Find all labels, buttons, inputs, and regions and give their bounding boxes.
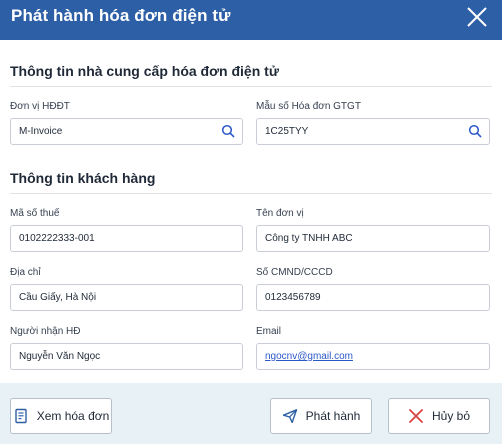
address-input[interactable]: Cầu Giấy, Hà Nội — [10, 284, 243, 311]
issue-button[interactable]: Phát hành — [270, 398, 372, 434]
view-invoice-label: Xem hóa đơn — [36, 409, 110, 423]
company-name-input[interactable]: Công ty TNHH ABC — [256, 225, 490, 252]
invoice-icon — [15, 408, 27, 424]
dialog-footer: Xem hóa đơn Phát hành Hủy bỏ — [0, 383, 502, 444]
provider-section-title: Thông tin nhà cung cấp hóa đơn điện tử — [10, 63, 279, 79]
email-input[interactable]: ngocnv@gmail.com — [256, 343, 490, 370]
email-link[interactable]: ngocnv@gmail.com — [265, 351, 353, 362]
issue-label: Phát hành — [305, 409, 361, 423]
address-value: Cầu Giấy, Hà Nội — [19, 292, 97, 303]
dialog-title: Phát hành hóa đơn điện tử — [11, 6, 231, 25]
close-button[interactable] — [464, 4, 490, 30]
dialog-header: Phát hành hóa đơn điện tử — [0, 0, 502, 40]
tax-code-value: 0102222333-001 — [19, 233, 95, 244]
recipient-label: Người nhận HĐ — [10, 326, 81, 337]
cancel-label: Hủy bỏ — [431, 409, 471, 423]
provider-field[interactable]: M-Invoice — [10, 118, 243, 145]
template-value: 1C25TYY — [265, 126, 309, 137]
tax-code-input[interactable]: 0102222333-001 — [10, 225, 243, 252]
template-field[interactable]: 1C25TYY — [256, 118, 490, 145]
search-icon[interactable] — [468, 124, 482, 138]
company-name-value: Công ty TNHH ABC — [265, 233, 353, 244]
template-label: Mẫu số Hóa đơn GTGT — [256, 101, 361, 112]
send-icon — [282, 409, 297, 424]
customer-section-title: Thông tin khách hàng — [10, 170, 156, 186]
provider-value: M-Invoice — [19, 126, 63, 137]
company-name-label: Tên đơn vị — [256, 208, 304, 219]
section-divider — [10, 86, 492, 87]
view-invoice-button[interactable]: Xem hóa đơn — [10, 398, 112, 434]
tax-code-label: Mã số thuế — [10, 208, 60, 219]
id-number-input[interactable]: 0123456789 — [256, 284, 490, 311]
address-label: Địa chỉ — [10, 267, 41, 278]
provider-label: Đơn vị HĐĐT — [10, 101, 70, 112]
id-number-value: 0123456789 — [265, 292, 321, 303]
recipient-input[interactable]: Nguyễn Văn Ngọc — [10, 343, 243, 370]
search-icon[interactable] — [221, 124, 235, 138]
cancel-button[interactable]: Hủy bỏ — [388, 398, 490, 434]
email-label: Email — [256, 326, 282, 337]
recipient-value: Nguyễn Văn Ngọc — [19, 351, 101, 362]
close-icon — [467, 7, 487, 27]
x-icon — [409, 409, 423, 423]
id-number-label: Số CMND/CCCD — [256, 267, 333, 278]
section-divider — [10, 193, 492, 194]
